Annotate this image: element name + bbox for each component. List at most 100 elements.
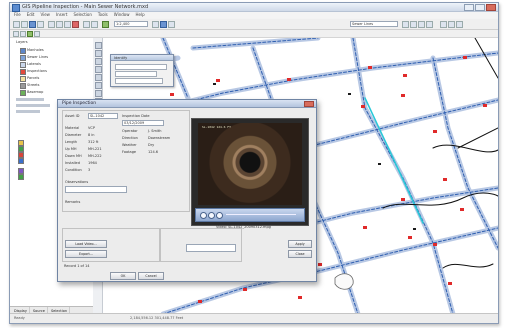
field-label: Installed xyxy=(65,161,80,165)
new-icon[interactable] xyxy=(13,21,20,28)
zoom-out-icon[interactable] xyxy=(410,21,417,28)
inspection-date-field[interactable]: 03/12/2009 xyxy=(122,120,164,126)
identify-window[interactable]: Identify xyxy=(110,54,174,87)
stop-icon[interactable] xyxy=(216,212,223,219)
video-overlay-text: SL-1042 124.6 FT xyxy=(202,125,231,129)
observations-field[interactable] xyxy=(65,186,127,193)
video-caption: Video: SL-1042_20090312.mpg xyxy=(216,225,271,229)
layer-swatch-icon xyxy=(20,90,26,96)
menu-insert[interactable]: Insert xyxy=(56,12,67,18)
asset-id-field[interactable]: SL-1042 xyxy=(88,113,118,119)
toc-item-laterals[interactable]: Laterals xyxy=(27,62,41,66)
window-title: GIS Pipeline Inspection - Main Sewer Net… xyxy=(22,4,149,10)
toc-item-basemap[interactable]: Basemap xyxy=(27,90,43,94)
select-icon[interactable] xyxy=(13,31,19,37)
video-player[interactable]: SL-1042 124.6 FT xyxy=(191,118,309,226)
pause-icon[interactable] xyxy=(208,212,215,219)
field-label: Down MH xyxy=(65,154,82,158)
window-controls xyxy=(464,4,496,11)
field-value: 3 xyxy=(88,168,91,172)
identify-field[interactable] xyxy=(115,78,163,84)
field-value: 312 ft xyxy=(88,140,99,144)
add-data-icon[interactable] xyxy=(102,21,109,28)
clear-selection-icon[interactable] xyxy=(20,31,26,37)
ok-button[interactable]: OK xyxy=(110,272,136,280)
paste-icon[interactable] xyxy=(64,21,71,28)
tree-row xyxy=(16,98,44,101)
editor-icon[interactable] xyxy=(152,21,159,28)
scale-combo[interactable]: 1:2,400 xyxy=(114,21,148,27)
measure-icon[interactable] xyxy=(456,21,463,28)
close-dialog-button[interactable]: Close xyxy=(288,250,312,258)
toc-item-inspections[interactable]: Inspections xyxy=(27,69,47,73)
tool-icon[interactable] xyxy=(95,42,102,49)
field-label: Operator xyxy=(122,129,138,133)
dialog-close-button[interactable] xyxy=(304,101,314,107)
tool-icon[interactable] xyxy=(95,82,102,89)
minimize-button[interactable] xyxy=(464,4,474,11)
field-value: MH-221 xyxy=(88,147,102,151)
undo-icon[interactable] xyxy=(83,21,90,28)
menu-help[interactable]: Help xyxy=(136,12,145,18)
toc-item-manholes[interactable]: Manholes xyxy=(27,48,44,52)
print-icon[interactable] xyxy=(37,21,44,28)
field-label: Direction xyxy=(122,136,138,140)
cut-icon[interactable] xyxy=(48,21,55,28)
delete-icon[interactable] xyxy=(72,21,79,28)
toc-item-parcels[interactable]: Parcels xyxy=(27,76,39,80)
toc-item-layers[interactable]: Layers xyxy=(16,40,28,44)
find-icon[interactable] xyxy=(448,21,455,28)
close-button[interactable] xyxy=(486,4,496,11)
observations-label: Observations xyxy=(65,180,89,184)
menu-view[interactable]: View xyxy=(40,12,50,18)
load-video-button[interactable]: Load Video... xyxy=(65,240,107,248)
tool-icon[interactable] xyxy=(95,66,102,73)
zoom-in-icon[interactable] xyxy=(402,21,409,28)
copy-icon[interactable] xyxy=(56,21,63,28)
export-button[interactable]: Export... xyxy=(65,250,107,258)
arctoolbox-icon[interactable] xyxy=(160,21,167,28)
identify-field[interactable] xyxy=(115,71,157,77)
app-icon xyxy=(12,4,20,12)
field-label: Footage xyxy=(122,150,137,154)
field-label: Material xyxy=(65,126,80,130)
open-icon[interactable] xyxy=(21,21,28,28)
cancel-button[interactable]: Cancel xyxy=(138,272,164,280)
identify-field[interactable] xyxy=(115,64,167,70)
remarks-field[interactable] xyxy=(186,244,236,252)
menu-edit[interactable]: Edit xyxy=(27,12,35,18)
status-bar: Ready 2,184,556.12 301,448.77 Feet xyxy=(10,313,498,323)
status-coords: 2,184,556.12 301,448.77 Feet xyxy=(130,316,184,320)
inspection-tool-icon[interactable] xyxy=(27,31,33,37)
menu-file[interactable]: File xyxy=(14,12,21,18)
title-bar: GIS Pipeline Inspection - Main Sewer Net… xyxy=(10,3,498,12)
apply-button[interactable]: Apply xyxy=(288,240,312,248)
identify-title-bar: Identify xyxy=(111,55,173,61)
video-controls xyxy=(195,208,305,222)
help-icon[interactable] xyxy=(168,21,175,28)
pan-icon[interactable] xyxy=(418,21,425,28)
tool-icon[interactable] xyxy=(95,90,102,97)
toc-item-sewer-lines[interactable]: Sewer Lines xyxy=(27,55,48,59)
tool-icon[interactable] xyxy=(95,50,102,57)
play-icon[interactable] xyxy=(200,212,207,219)
toc-item-streets[interactable]: Streets xyxy=(27,83,39,87)
tool-icon[interactable] xyxy=(95,74,102,81)
dialog-title: Pipe Inspection xyxy=(62,101,97,106)
menu-bar: File Edit View Insert Selection Tools Wi… xyxy=(10,12,498,18)
maximize-button[interactable] xyxy=(475,4,485,11)
hyperlink-icon[interactable] xyxy=(34,31,40,37)
field-value: Downstream xyxy=(148,136,171,140)
layer-combo[interactable]: Sewer Lines xyxy=(350,21,398,27)
layer-swatch-icon xyxy=(20,83,26,89)
menu-selection[interactable]: Selection xyxy=(73,12,91,18)
seek-bar[interactable] xyxy=(226,214,296,215)
tree-row xyxy=(16,104,50,107)
redo-icon[interactable] xyxy=(91,21,98,28)
identify-icon[interactable] xyxy=(440,21,447,28)
tool-icon[interactable] xyxy=(95,58,102,65)
menu-window[interactable]: Window xyxy=(114,12,130,18)
save-icon[interactable] xyxy=(29,21,36,28)
full-extent-icon[interactable] xyxy=(426,21,433,28)
menu-tools[interactable]: Tools xyxy=(98,12,108,18)
